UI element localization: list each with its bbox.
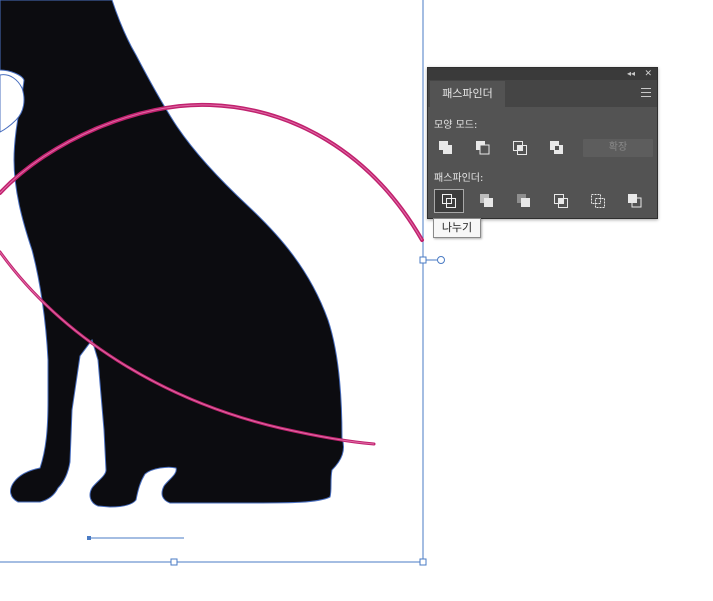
divide-button[interactable]: [434, 189, 464, 213]
expand-button[interactable]: 확장: [583, 139, 653, 157]
rotation-handle[interactable]: [437, 256, 445, 264]
selection-handle-bottom-center[interactable]: [170, 558, 178, 566]
outline-icon: [591, 194, 605, 208]
unite-button[interactable]: [435, 138, 457, 158]
trim-icon: [480, 194, 493, 207]
divide-icon: [442, 194, 456, 208]
shape-modes-label: 모양 모드:: [434, 120, 478, 131]
merge-button[interactable]: [513, 191, 535, 211]
minus-back-button[interactable]: [624, 191, 646, 211]
selection-handle-bottom-right[interactable]: [419, 558, 427, 566]
panel-titlebar[interactable]: ◂◂ ✕: [428, 68, 657, 80]
minus-back-icon: [628, 194, 642, 208]
unite-icon: [439, 141, 452, 154]
exclude-icon: [550, 141, 563, 154]
panel-menu-icon[interactable]: [641, 88, 651, 97]
crop-button[interactable]: [550, 191, 572, 211]
pathfinders-label: 패스파인더:: [434, 173, 484, 184]
tab-pathfinder[interactable]: 패스파인더: [430, 81, 505, 107]
intersect-button[interactable]: [509, 138, 531, 158]
selection-handle-right-mid[interactable]: [419, 256, 427, 264]
pathfinder-panel: ◂◂ ✕ 패스파인더 모양 모드: 확장 패스파인더:: [427, 67, 658, 219]
panel-tab-row: 패스파인더: [428, 80, 657, 107]
trim-button[interactable]: [476, 191, 498, 211]
outline-button[interactable]: [587, 191, 609, 211]
collapse-icon[interactable]: ◂◂: [627, 68, 635, 80]
bottom-guide-anchor[interactable]: [87, 536, 91, 540]
merge-icon: [517, 194, 530, 207]
minus-front-icon: [476, 141, 490, 155]
exclude-button[interactable]: [546, 138, 568, 158]
minus-front-button[interactable]: [472, 138, 494, 158]
close-icon[interactable]: ✕: [644, 68, 652, 80]
intersect-icon: [513, 141, 527, 155]
divide-tooltip: 나누기: [433, 218, 481, 238]
crop-icon: [554, 194, 568, 208]
